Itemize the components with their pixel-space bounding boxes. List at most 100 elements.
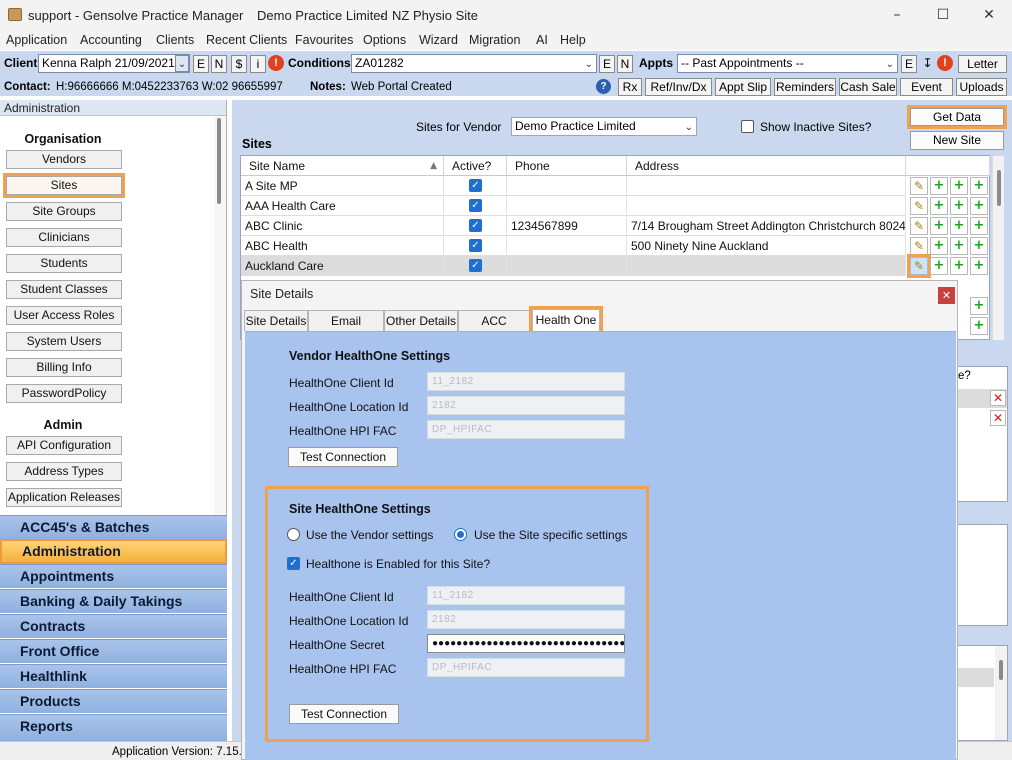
student-classes-button[interactable]: Student Classes — [6, 280, 122, 299]
vendor-select[interactable]: Demo Practice Limited ⌄ — [511, 117, 697, 136]
site-client-id-field[interactable]: 11_2182 — [427, 586, 625, 605]
add-plus-icon[interactable]: + — [970, 177, 988, 195]
column-active[interactable]: Active? — [444, 156, 507, 176]
conditions-select[interactable]: ZA01282 ⌄ — [351, 54, 597, 73]
add-plus-icon[interactable]: + — [950, 217, 968, 235]
menu-favourites[interactable]: Favourites — [295, 33, 353, 47]
edit-pencil-icon[interactable]: ✎ — [910, 197, 928, 215]
add-plus-icon[interactable]: + — [970, 257, 988, 275]
add-plus-icon[interactable]: + — [970, 297, 988, 315]
add-plus-icon[interactable]: + — [970, 317, 988, 335]
client-dollar-button[interactable]: $ — [231, 55, 247, 73]
menu-help[interactable]: Help — [560, 33, 586, 47]
password-policy-button[interactable]: PasswordPolicy — [6, 384, 122, 403]
tab-health-one[interactable]: Health One — [529, 306, 603, 334]
checkmark-icon[interactable]: ✓ — [469, 199, 482, 212]
scroll-thumb[interactable] — [997, 170, 1001, 206]
tab-other-details[interactable]: Other Details — [384, 310, 458, 331]
nav-appointments[interactable]: Appointments — [0, 564, 227, 588]
site-secret-field[interactable]: ●●●●●●●●●●●●●●●●●●●●●●●●●●●●●●●●●●●● — [427, 634, 625, 653]
add-plus-icon[interactable]: + — [950, 197, 968, 215]
checkmark-icon[interactable]: ✓ — [469, 259, 482, 272]
nav-healthlink[interactable]: Healthlink — [0, 664, 227, 688]
edit-pencil-icon[interactable]: ✎ — [910, 217, 928, 235]
side-list-row[interactable] — [958, 668, 994, 687]
nav-acc45-batches[interactable]: ACC45's & Batches — [0, 515, 227, 539]
menu-recent-clients[interactable]: Recent Clients — [206, 33, 287, 47]
edit-pencil-icon[interactable]: ✎ — [910, 177, 928, 195]
menu-migration[interactable]: Migration — [469, 33, 520, 47]
use-site-settings-radio[interactable] — [454, 528, 467, 541]
reminders-button[interactable]: Reminders — [774, 78, 836, 96]
add-plus-icon[interactable]: + — [930, 257, 948, 275]
client-e-button[interactable]: E — [193, 55, 209, 73]
checkmark-icon[interactable]: ✓ — [469, 179, 482, 192]
edit-pencil-icon[interactable]: ✎ — [907, 254, 931, 278]
system-users-button[interactable]: System Users — [6, 332, 122, 351]
nav-banking-daily-takings[interactable]: Banking & Daily Takings — [0, 589, 227, 613]
vendor-test-connection-button[interactable]: Test Connection — [288, 447, 398, 467]
new-site-button[interactable]: New Site — [910, 131, 1004, 150]
user-access-roles-button[interactable]: User Access Roles — [6, 306, 122, 325]
close-icon[interactable]: ✕ — [966, 0, 1012, 30]
minimize-icon[interactable]: – — [874, 0, 920, 30]
cash-sale-button[interactable]: Cash Sale — [839, 78, 897, 96]
ref-inv-dx-button[interactable]: Ref/Inv/Dx — [645, 78, 712, 96]
billing-info-button[interactable]: Billing Info — [6, 358, 122, 377]
nav-contracts[interactable]: Contracts — [0, 614, 227, 638]
client-info-button[interactable]: i — [250, 55, 266, 73]
nav-administration[interactable]: Administration — [0, 539, 227, 564]
students-button[interactable]: Students — [6, 254, 122, 273]
table-row[interactable]: A Site MP ✓ — [241, 176, 906, 196]
menu-application[interactable]: Application — [6, 33, 67, 47]
delete-icon[interactable]: ✕ — [990, 390, 1006, 406]
column-site-name[interactable]: Site Name ▲ — [241, 156, 444, 176]
letter-button[interactable]: Letter — [958, 55, 1007, 73]
checkmark-icon[interactable]: ✓ — [469, 239, 482, 252]
add-plus-icon[interactable]: + — [970, 217, 988, 235]
column-phone[interactable]: Phone — [507, 156, 627, 176]
site-groups-button[interactable]: Site Groups — [6, 202, 122, 221]
edit-pencil-icon[interactable]: ✎ — [910, 237, 928, 255]
nav-products[interactable]: Products — [0, 689, 227, 713]
use-vendor-settings-radio[interactable] — [287, 528, 300, 541]
scroll-thumb[interactable] — [217, 118, 221, 204]
show-inactive-checkbox[interactable] — [741, 120, 754, 133]
table-row[interactable]: ABC Health ✓ 500 Ninety Nine Auckland — [241, 236, 906, 256]
vendors-button[interactable]: Vendors — [6, 150, 122, 169]
rx-button[interactable]: Rx — [618, 78, 642, 96]
add-plus-icon[interactable]: + — [970, 197, 988, 215]
site-hpi-fac-field[interactable]: DP_HPIFAC — [427, 658, 625, 677]
appt-slip-button[interactable]: Appt Slip — [715, 78, 771, 96]
add-plus-icon[interactable]: + — [930, 197, 948, 215]
alert-icon[interactable]: ! — [937, 55, 953, 71]
event-button[interactable]: Event — [900, 78, 953, 96]
tab-email-settings[interactable]: Email Settings — [308, 310, 384, 348]
add-plus-icon[interactable]: + — [950, 257, 968, 275]
table-row-selected[interactable]: Auckland Care ✓ — [241, 256, 906, 276]
add-plus-icon[interactable]: + — [930, 177, 948, 195]
nav-front-office[interactable]: Front Office — [0, 639, 227, 663]
address-types-button[interactable]: Address Types — [6, 462, 122, 481]
client-n-button[interactable]: N — [211, 55, 227, 73]
menu-clients[interactable]: Clients — [156, 33, 194, 47]
tab-site-details[interactable]: Site Details — [244, 310, 308, 331]
appts-select[interactable]: -- Past Appointments -- ⌄ — [677, 54, 898, 73]
help-icon[interactable]: ? — [596, 79, 611, 94]
checkmark-icon[interactable]: ✓ — [469, 219, 482, 232]
grid-scrollbar[interactable] — [992, 156, 1004, 340]
menu-accounting[interactable]: Accounting — [80, 33, 142, 47]
uploads-button[interactable]: Uploads — [956, 78, 1007, 96]
appts-e-button[interactable]: E — [901, 55, 917, 73]
nav-reports[interactable]: Reports — [0, 714, 227, 741]
maximize-icon[interactable]: ☐ — [920, 0, 966, 30]
delete-icon[interactable]: ✕ — [990, 410, 1006, 426]
download-icon[interactable]: ↧ — [920, 55, 935, 71]
client-select[interactable]: Kenna Ralph 21/09/2021 - ⌄ — [38, 54, 190, 73]
add-plus-icon[interactable]: + — [970, 237, 988, 255]
healthone-enabled-checkbox[interactable]: ✓ — [287, 557, 300, 570]
sites-button[interactable]: Sites — [3, 173, 125, 198]
get-data-button[interactable]: Get Data — [907, 105, 1007, 129]
left-scrollbar[interactable] — [214, 116, 226, 515]
menu-ai[interactable]: AI — [536, 33, 548, 47]
